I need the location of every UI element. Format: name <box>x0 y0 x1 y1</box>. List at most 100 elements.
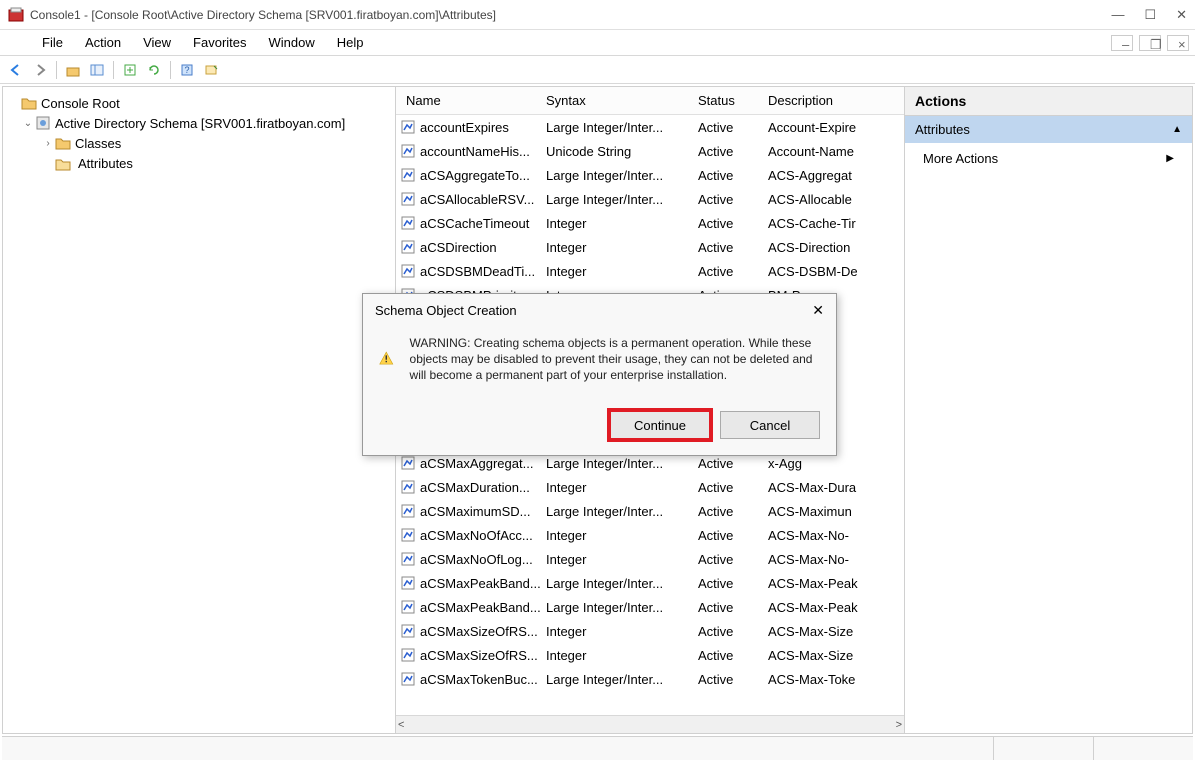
cell-name: aCSAggregateTo... <box>420 168 546 183</box>
refresh-button[interactable] <box>144 60 164 80</box>
tree-attributes[interactable]: Attributes <box>7 153 391 174</box>
table-row[interactable]: aCSAggregateTo...Large Integer/Inter...A… <box>396 163 904 187</box>
cell-syntax: Integer <box>546 240 698 255</box>
cell-status: Active <box>698 552 768 567</box>
horizontal-scrollbar[interactable]: < > <box>396 715 904 733</box>
menu-view[interactable]: View <box>133 33 181 52</box>
menu-file[interactable]: File <box>32 33 73 52</box>
table-row[interactable]: aCSMaxNoOfAcc...IntegerActiveACS-Max-No- <box>396 523 904 547</box>
table-row[interactable]: aCSMaxPeakBand...Large Integer/Inter...A… <box>396 571 904 595</box>
attribute-icon <box>400 263 416 279</box>
scroll-left-icon[interactable]: < <box>398 719 404 731</box>
cell-description: ACS-DSBM-De <box>768 264 904 279</box>
table-row[interactable]: aCSMaxNoOfLog...IntegerActiveACS-Max-No- <box>396 547 904 571</box>
cell-name: aCSMaxSizeOfRS... <box>420 648 546 663</box>
dialog-titlebar: Schema Object Creation ✕ <box>363 294 836 327</box>
sub-minimize-button[interactable]: – <box>1111 35 1133 51</box>
cell-description: ACS-Max-Toke <box>768 672 904 687</box>
table-row[interactable]: aCSMaxSizeOfRS...IntegerActiveACS-Max-Si… <box>396 619 904 643</box>
menu-favorites[interactable]: Favorites <box>183 33 256 52</box>
collapse-icon[interactable]: ⌄ <box>21 118 35 129</box>
tree-schema-label: Active Directory Schema [SRV001.firatboy… <box>55 116 345 131</box>
cell-status: Active <box>698 120 768 135</box>
scroll-right-icon[interactable]: > <box>896 719 902 731</box>
col-status[interactable]: Status <box>698 93 768 108</box>
table-row[interactable]: aCSMaxSizeOfRS...IntegerActiveACS-Max-Si… <box>396 643 904 667</box>
forward-button[interactable] <box>30 60 50 80</box>
cell-description: ACS-Max-No- <box>768 528 904 543</box>
table-row[interactable]: aCSMaxTokenBuc...Large Integer/Inter...A… <box>396 667 904 691</box>
cell-status: Active <box>698 504 768 519</box>
actions-more-label: More Actions <box>923 151 998 166</box>
attribute-icon <box>400 647 416 663</box>
tree-panel[interactable]: Console Root ⌄ Active Directory Schema [… <box>3 87 396 733</box>
table-row[interactable]: accountNameHis...Unicode StringActiveAcc… <box>396 139 904 163</box>
actions-section[interactable]: Attributes ▲ <box>905 116 1192 143</box>
attribute-icon <box>400 599 416 615</box>
table-row[interactable]: aCSMaxDuration...IntegerActiveACS-Max-Du… <box>396 475 904 499</box>
cell-syntax: Integer <box>546 552 698 567</box>
table-row[interactable]: aCSDSBMDeadTi...IntegerActiveACS-DSBM-De <box>396 259 904 283</box>
tree-schema[interactable]: ⌄ Active Directory Schema [SRV001.firatb… <box>7 113 391 133</box>
attribute-icon <box>400 239 416 255</box>
actions-header: Actions <box>905 87 1192 116</box>
cell-description: ACS-Max-Peak <box>768 576 904 591</box>
cell-description: x-Agg <box>768 456 904 471</box>
table-row[interactable]: aCSDirectionIntegerActiveACS-Direction <box>396 235 904 259</box>
cell-status: Active <box>698 648 768 663</box>
up-button[interactable] <box>63 60 83 80</box>
cell-syntax: Unicode String <box>546 144 698 159</box>
back-button[interactable] <box>6 60 26 80</box>
cell-name: accountNameHis... <box>420 144 546 159</box>
cell-description: Account-Name <box>768 144 904 159</box>
menu-window[interactable]: Window <box>259 33 325 52</box>
menu-action[interactable]: Action <box>75 33 131 52</box>
attribute-icon <box>400 623 416 639</box>
cell-name: aCSAllocableRSV... <box>420 192 546 207</box>
cell-syntax: Integer <box>546 216 698 231</box>
export-button[interactable] <box>120 60 140 80</box>
cancel-button[interactable]: Cancel <box>720 411 820 439</box>
folder-open-icon <box>55 156 71 172</box>
continue-button[interactable]: Continue <box>610 411 710 439</box>
sub-restore-button[interactable]: ❐ <box>1139 35 1161 51</box>
actions-more[interactable]: More Actions ▶ <box>905 143 1192 174</box>
close-button[interactable]: ✕ <box>1176 7 1187 23</box>
cell-status: Active <box>698 600 768 615</box>
col-syntax[interactable]: Syntax <box>546 93 698 108</box>
table-row[interactable]: aCSMaxPeakBand...Large Integer/Inter...A… <box>396 595 904 619</box>
col-name[interactable]: Name <box>396 93 546 108</box>
statusbar <box>2 736 1193 760</box>
table-row[interactable]: aCSCacheTimeoutIntegerActiveACS-Cache-Ti… <box>396 211 904 235</box>
show-hide-button[interactable] <box>87 60 107 80</box>
cell-status: Active <box>698 528 768 543</box>
maximize-button[interactable]: ☐ <box>1144 7 1156 23</box>
table-row[interactable]: accountExpiresLarge Integer/Inter...Acti… <box>396 115 904 139</box>
expand-icon[interactable]: › <box>41 138 55 149</box>
help-button[interactable]: ? <box>177 60 197 80</box>
new-window-button[interactable] <box>201 60 221 80</box>
cell-description: ACS-Aggregat <box>768 168 904 183</box>
sub-close-button[interactable]: × <box>1167 35 1189 51</box>
cell-syntax: Integer <box>546 624 698 639</box>
tree-attributes-label: Attributes <box>75 155 136 172</box>
minimize-button[interactable]: — <box>1111 7 1124 22</box>
col-description[interactable]: Description <box>768 93 904 108</box>
cell-syntax: Integer <box>546 528 698 543</box>
folder-icon <box>21 95 37 111</box>
warning-icon <box>379 351 394 391</box>
cell-status: Active <box>698 144 768 159</box>
table-row[interactable]: aCSAllocableRSV...Large Integer/Inter...… <box>396 187 904 211</box>
table-row[interactable]: aCSMaximumSD...Large Integer/Inter...Act… <box>396 499 904 523</box>
window-title: Console1 - [Console Root\Active Director… <box>30 8 1111 22</box>
menu-help[interactable]: Help <box>327 33 374 52</box>
attribute-icon <box>400 167 416 183</box>
window-titlebar: Console1 - [Console Root\Active Director… <box>0 0 1195 30</box>
cell-status: Active <box>698 168 768 183</box>
tree-root[interactable]: Console Root <box>7 93 391 113</box>
tree-classes[interactable]: › Classes <box>7 133 391 153</box>
toolbar: ? <box>0 56 1195 84</box>
tree-classes-label: Classes <box>75 136 121 151</box>
dialog-close-button[interactable]: ✕ <box>812 302 824 319</box>
cell-syntax: Integer <box>546 480 698 495</box>
